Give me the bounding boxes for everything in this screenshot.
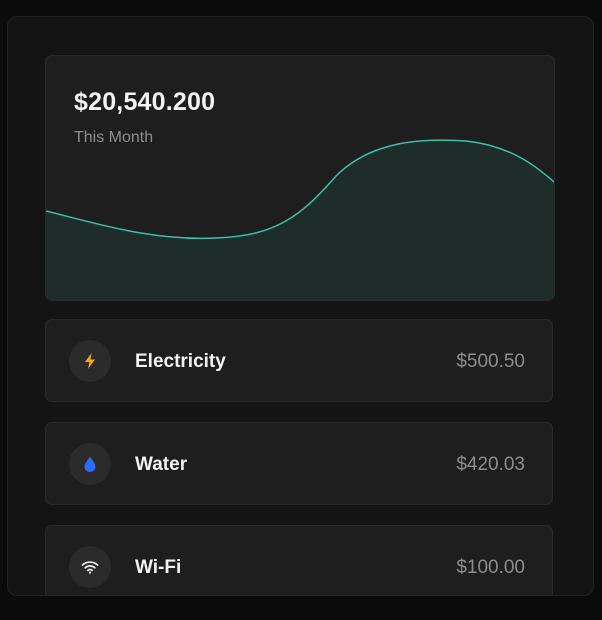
bill-icon-badge	[69, 546, 111, 588]
wifi-icon	[81, 561, 99, 574]
lightning-icon	[85, 353, 95, 369]
bill-amount: $500.50	[456, 351, 525, 372]
bill-name: Electricity	[135, 351, 226, 372]
spending-summary-card: $20,540.200 This Month	[45, 55, 555, 301]
bill-amount: $100.00	[456, 557, 525, 578]
bill-row-electricity[interactable]: Electricity $500.50	[45, 319, 553, 402]
water-drop-icon	[84, 456, 96, 472]
bill-row-water[interactable]: Water $420.03	[45, 422, 553, 505]
bill-row-wifi[interactable]: Wi-Fi $100.00	[45, 525, 553, 595]
bill-name: Water	[135, 454, 188, 475]
bills-panel: $20,540.200 This Month Electricity $500.…	[7, 16, 594, 596]
trend-area	[46, 140, 554, 300]
bill-amount: $420.03	[456, 454, 525, 475]
period-label: This Month	[74, 129, 154, 146]
bill-icon-badge	[69, 443, 111, 485]
bill-name: Wi-Fi	[135, 557, 182, 578]
total-amount: $20,540.200	[74, 88, 216, 116]
bill-icon-badge	[69, 340, 111, 382]
